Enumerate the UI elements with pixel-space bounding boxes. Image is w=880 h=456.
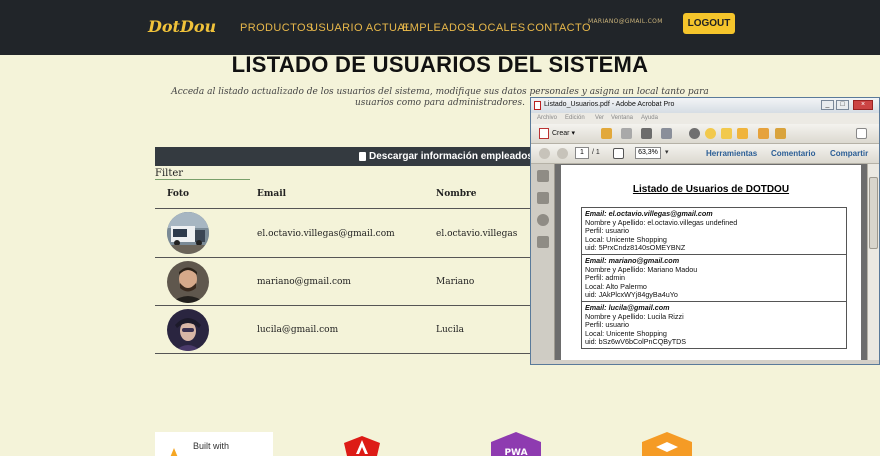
prev-page-icon[interactable] xyxy=(539,148,550,159)
acrobat-toolbar: Crear ▾ xyxy=(531,124,879,144)
save-icon[interactable] xyxy=(621,128,632,139)
filter-label: Filter xyxy=(155,168,184,179)
row-email: mariano@gmail.com xyxy=(257,277,351,287)
menu-ayuda[interactable]: Ayuda xyxy=(641,115,658,121)
nav-link-usuario-actual[interactable]: USUARIO ACTUAL xyxy=(310,22,412,34)
create-label: Crear xyxy=(552,130,570,137)
signatures-icon[interactable] xyxy=(537,236,549,248)
select-cursor-icon[interactable] xyxy=(613,148,624,159)
attachments-icon[interactable] xyxy=(537,214,549,226)
bookmarks-icon[interactable] xyxy=(537,192,549,204)
built-with-label: Built with xyxy=(193,441,230,451)
create-pdf-icon xyxy=(539,127,549,139)
row-name: Lucila xyxy=(436,325,464,335)
row-email: lucila@gmail.com xyxy=(257,325,339,335)
acrobat-nav-toolbar: 1 / 1 63,3% ▾ Herramientas Comentario Co… xyxy=(531,144,879,164)
minimize-button[interactable]: _ xyxy=(821,100,834,110)
pdf-page: Listado de Usuarios de DOTDOU Email: el.… xyxy=(561,165,861,360)
vertical-scrollbar[interactable] xyxy=(867,164,879,360)
pdf-record-uid: uid: 5PrxCndz8140sOMEYBNZ xyxy=(585,243,686,253)
current-user-email: MARIANO@GMAIL.COM xyxy=(588,18,663,25)
sign-icon[interactable] xyxy=(758,128,769,139)
table-row: el.octavio.villegas@gmail.com el.octavio… xyxy=(155,209,535,257)
zoom-input[interactable]: 63,3% xyxy=(635,147,661,159)
nav-link-productos[interactable]: PRODUCTOS xyxy=(240,22,314,34)
column-header-email: Email xyxy=(257,189,287,199)
acrobat-sidebar xyxy=(531,164,555,360)
angular-logo-icon xyxy=(344,436,380,456)
pdf-record: Email: el.octavio.villegas@gmail.com Nom… xyxy=(582,208,846,255)
polymer-logo-icon xyxy=(642,432,692,456)
nav-link-locales[interactable]: LOCALES xyxy=(472,22,526,34)
acrobat-titlebar: Listado_Usuarios.pdf - Adobe Acrobat Pro… xyxy=(531,98,879,113)
table-row: mariano@gmail.com Mariano xyxy=(155,258,535,306)
create-button[interactable]: Crear ▾ xyxy=(539,127,575,141)
row-name: Mariano xyxy=(436,277,475,287)
download-label: Descargar información empleados xyxy=(369,151,533,162)
row-name: el.octavio.villegas xyxy=(436,229,518,239)
menu-ver[interactable]: Ver xyxy=(595,115,604,121)
comment-link[interactable]: Comentario xyxy=(771,149,815,158)
pdf-doc-title: Listado de Usuarios de DOTDOU xyxy=(632,184,790,195)
pdf-record: Email: mariano@gmail.com Nombre y Apelli… xyxy=(582,255,846,302)
pdf-file-icon xyxy=(534,101,541,110)
nav-link-empleados[interactable]: EMPLEADOS xyxy=(402,22,474,34)
close-button[interactable]: × xyxy=(853,100,873,110)
filter-input[interactable] xyxy=(155,179,250,180)
document-viewport[interactable]: Listado de Usuarios de DOTDOU Email: el.… xyxy=(555,164,867,360)
pdf-record-uid: uid: JAkPlcxWYj84gyBa4uYo xyxy=(585,290,678,300)
table-row: lucila@gmail.com Lucila xyxy=(155,306,535,354)
page-number-input[interactable]: 1 xyxy=(575,147,589,159)
column-header-nombre: Nombre xyxy=(436,189,477,199)
zoom-dropdown-icon[interactable]: ▾ xyxy=(665,148,669,156)
page-total: / 1 xyxy=(592,149,600,156)
share-link[interactable]: Compartir xyxy=(830,149,868,158)
stamp-icon[interactable] xyxy=(737,128,748,139)
email-icon[interactable] xyxy=(661,128,672,139)
firebase-flame-icon xyxy=(169,448,179,456)
pdf-record-uid: uid: bSz6wV6bColPnCQByTDS xyxy=(585,337,687,347)
user-photo-truck xyxy=(167,212,209,254)
pwa-logo-icon: PWA xyxy=(491,432,541,456)
menu-edicion[interactable]: Edición xyxy=(565,115,585,121)
user-photo-man xyxy=(167,261,209,303)
settings-gear-icon[interactable] xyxy=(689,128,700,139)
expand-icon[interactable] xyxy=(856,128,867,139)
logout-button[interactable]: LOGOUT xyxy=(683,13,735,34)
acrobat-window-title: Listado_Usuarios.pdf - Adobe Acrobat Pro xyxy=(544,101,675,108)
download-employees-button[interactable]: Descargar información empleados xyxy=(155,147,535,166)
user-photo-woman xyxy=(167,309,209,351)
firebase-badge: Built with xyxy=(155,432,273,456)
row-email: el.octavio.villegas@gmail.com xyxy=(257,229,395,239)
next-page-icon[interactable] xyxy=(557,148,568,159)
file-download-icon xyxy=(359,152,366,161)
open-folder-icon[interactable] xyxy=(601,128,612,139)
brand-logo[interactable]: DotDou xyxy=(148,17,216,36)
maximize-button[interactable]: □ xyxy=(836,100,849,110)
pdf-record: Email: lucila@gmail.com Nombre y Apellid… xyxy=(582,302,846,348)
comment-icon[interactable] xyxy=(705,128,716,139)
scrollbar-thumb[interactable] xyxy=(869,177,878,249)
column-header-foto: Foto xyxy=(167,189,190,199)
menu-archivo[interactable]: Archivo xyxy=(537,115,557,121)
nav-link-contacto[interactable]: CONTACTO xyxy=(527,22,591,34)
pdf-records-table: Email: el.octavio.villegas@gmail.com Nom… xyxy=(581,207,847,349)
tools-link[interactable]: Herramientas xyxy=(706,149,757,158)
highlight-icon[interactable] xyxy=(721,128,732,139)
page-title: LISTADO DE USUARIOS DEL SISTEMA xyxy=(231,52,649,77)
acrobat-menubar: Archivo Edición Ver Ventana Ayuda xyxy=(531,113,879,124)
acrobat-window: Listado_Usuarios.pdf - Adobe Acrobat Pro… xyxy=(530,97,880,365)
print-icon[interactable] xyxy=(641,128,652,139)
menu-ventana[interactable]: Ventana xyxy=(611,115,633,121)
share-icon[interactable] xyxy=(775,128,786,139)
svg-text:PWA: PWA xyxy=(504,448,527,456)
page-thumbnails-icon[interactable] xyxy=(537,170,549,182)
top-navbar: DotDou PRODUCTOS USUARIO ACTUAL EMPLEADO… xyxy=(0,0,880,55)
row-divider xyxy=(155,353,535,354)
